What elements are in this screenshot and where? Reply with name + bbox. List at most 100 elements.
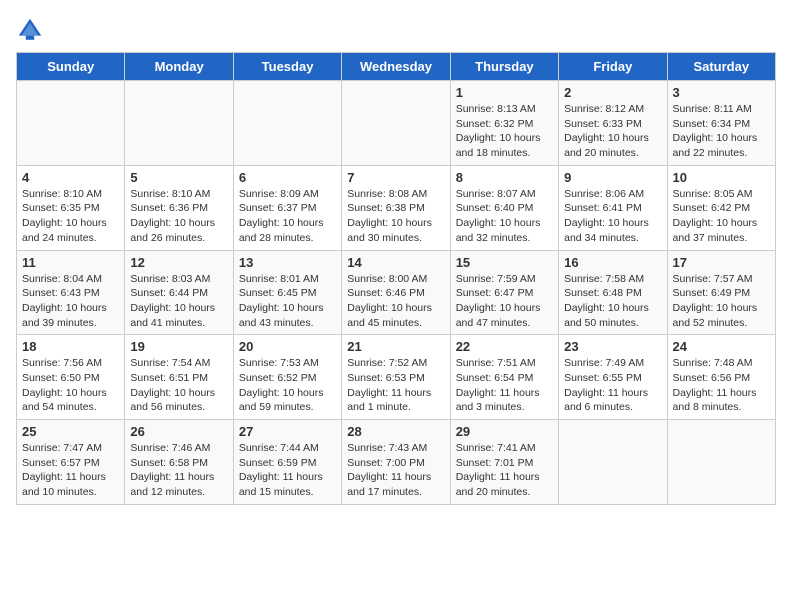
day-info: Sunrise: 7:58 AM Sunset: 6:48 PM Dayligh… [564,272,661,331]
day-info: Sunrise: 8:04 AM Sunset: 6:43 PM Dayligh… [22,272,119,331]
day-info: Sunrise: 8:10 AM Sunset: 6:36 PM Dayligh… [130,187,227,246]
calendar-cell: 29 Sunrise: 7:41 AM Sunset: 7:01 PM Dayli… [450,420,558,505]
day-info: Sunrise: 7:44 AM Sunset: 6:59 PM Dayligh… [239,441,336,500]
day-number: 5 [130,170,227,185]
day-number: 11 [22,255,119,270]
day-number: 29 [456,424,553,439]
calendar-cell: 13 Sunrise: 8:01 AM Sunset: 6:45 PM Dayli… [233,250,341,335]
calendar-cell: 17 Sunrise: 7:57 AM Sunset: 6:49 PM Dayli… [667,250,775,335]
calendar-cell: 2 Sunrise: 8:12 AM Sunset: 6:33 PM Daylig… [559,81,667,166]
calendar-cell: 20 Sunrise: 7:53 AM Sunset: 6:52 PM Dayli… [233,335,341,420]
day-number: 24 [673,339,770,354]
day-number: 16 [564,255,661,270]
day-info: Sunrise: 8:13 AM Sunset: 6:32 PM Dayligh… [456,102,553,161]
logo-icon [16,16,44,44]
calendar-cell: 4 Sunrise: 8:10 AM Sunset: 6:35 PM Daylig… [17,165,125,250]
calendar-cell: 10 Sunrise: 8:05 AM Sunset: 6:42 PM Dayli… [667,165,775,250]
calendar-cell: 16 Sunrise: 7:58 AM Sunset: 6:48 PM Dayli… [559,250,667,335]
logo [16,16,48,44]
day-info: Sunrise: 8:00 AM Sunset: 6:46 PM Dayligh… [347,272,444,331]
day-number: 28 [347,424,444,439]
day-number: 26 [130,424,227,439]
day-info: Sunrise: 7:57 AM Sunset: 6:49 PM Dayligh… [673,272,770,331]
calendar-cell: 27 Sunrise: 7:44 AM Sunset: 6:59 PM Dayli… [233,420,341,505]
day-info: Sunrise: 8:10 AM Sunset: 6:35 PM Dayligh… [22,187,119,246]
calendar-cell [342,81,450,166]
weekday-header-saturday: Saturday [667,53,775,81]
calendar-cell: 7 Sunrise: 8:08 AM Sunset: 6:38 PM Daylig… [342,165,450,250]
calendar-cell: 8 Sunrise: 8:07 AM Sunset: 6:40 PM Daylig… [450,165,558,250]
day-info: Sunrise: 8:11 AM Sunset: 6:34 PM Dayligh… [673,102,770,161]
calendar-cell: 15 Sunrise: 7:59 AM Sunset: 6:47 PM Dayli… [450,250,558,335]
day-info: Sunrise: 7:56 AM Sunset: 6:50 PM Dayligh… [22,356,119,415]
day-number: 23 [564,339,661,354]
day-number: 19 [130,339,227,354]
day-info: Sunrise: 8:07 AM Sunset: 6:40 PM Dayligh… [456,187,553,246]
day-number: 6 [239,170,336,185]
day-info: Sunrise: 7:59 AM Sunset: 6:47 PM Dayligh… [456,272,553,331]
calendar-cell: 18Sunrise: 7:56 AM Sunset: 6:50 PM Dayli… [17,335,125,420]
calendar-cell [17,81,125,166]
day-info: Sunrise: 7:51 AM Sunset: 6:54 PM Dayligh… [456,356,553,415]
calendar-cell: 12 Sunrise: 8:03 AM Sunset: 6:44 PM Dayli… [125,250,233,335]
weekday-header-friday: Friday [559,53,667,81]
calendar-cell: 25 Sunrise: 7:47 AM Sunset: 6:57 PM Dayli… [17,420,125,505]
calendar-cell: 22 Sunrise: 7:51 AM Sunset: 6:54 PM Dayli… [450,335,558,420]
day-number: 7 [347,170,444,185]
calendar-cell: 6Sunrise: 8:09 AM Sunset: 6:37 PM Daylig… [233,165,341,250]
weekday-header-wednesday: Wednesday [342,53,450,81]
calendar-cell: 26 Sunrise: 7:46 AM Sunset: 6:58 PM Dayli… [125,420,233,505]
day-number: 13 [239,255,336,270]
day-number: 25 [22,424,119,439]
weekday-header-monday: Monday [125,53,233,81]
day-number: 8 [456,170,553,185]
day-number: 21 [347,339,444,354]
calendar-cell [233,81,341,166]
day-number: 9 [564,170,661,185]
calendar-cell: 5 Sunrise: 8:10 AM Sunset: 6:36 PM Daylig… [125,165,233,250]
calendar-cell: 3 Sunrise: 8:11 AM Sunset: 6:34 PM Daylig… [667,81,775,166]
day-number: 3 [673,85,770,100]
day-info: Sunrise: 7:43 AM Sunset: 7:00 PM Dayligh… [347,441,444,500]
day-number: 27 [239,424,336,439]
calendar-cell: 1 Sunrise: 8:13 AM Sunset: 6:32 PM Daylig… [450,81,558,166]
day-number: 2 [564,85,661,100]
day-info: Sunrise: 8:03 AM Sunset: 6:44 PM Dayligh… [130,272,227,331]
day-number: 15 [456,255,553,270]
calendar-cell: 28 Sunrise: 7:43 AM Sunset: 7:00 PM Dayli… [342,420,450,505]
day-number: 10 [673,170,770,185]
calendar-cell [125,81,233,166]
calendar-cell: 24Sunrise: 7:48 AM Sunset: 6:56 PM Dayli… [667,335,775,420]
day-info: Sunrise: 7:41 AM Sunset: 7:01 PM Dayligh… [456,441,553,500]
day-info: Sunrise: 7:47 AM Sunset: 6:57 PM Dayligh… [22,441,119,500]
day-info: Sunrise: 8:05 AM Sunset: 6:42 PM Dayligh… [673,187,770,246]
weekday-header-tuesday: Tuesday [233,53,341,81]
calendar-cell: 23 Sunrise: 7:49 AM Sunset: 6:55 PM Dayli… [559,335,667,420]
day-info: Sunrise: 7:49 AM Sunset: 6:55 PM Dayligh… [564,356,661,415]
day-info: Sunrise: 8:01 AM Sunset: 6:45 PM Dayligh… [239,272,336,331]
day-info: Sunrise: 7:54 AM Sunset: 6:51 PM Dayligh… [130,356,227,415]
calendar-cell: 21 Sunrise: 7:52 AM Sunset: 6:53 PM Dayli… [342,335,450,420]
day-info: Sunrise: 7:53 AM Sunset: 6:52 PM Dayligh… [239,356,336,415]
day-number: 22 [456,339,553,354]
day-info: Sunrise: 8:08 AM Sunset: 6:38 PM Dayligh… [347,187,444,246]
day-number: 14 [347,255,444,270]
weekday-header-thursday: Thursday [450,53,558,81]
calendar-cell [559,420,667,505]
calendar-cell: 11 Sunrise: 8:04 AM Sunset: 6:43 PM Dayli… [17,250,125,335]
calendar-table: SundayMondayTuesdayWednesdayThursdayFrid… [16,52,776,505]
day-info: Sunrise: 8:12 AM Sunset: 6:33 PM Dayligh… [564,102,661,161]
day-number: 17 [673,255,770,270]
calendar-cell [667,420,775,505]
calendar-cell: 19 Sunrise: 7:54 AM Sunset: 6:51 PM Dayli… [125,335,233,420]
day-number: 4 [22,170,119,185]
day-number: 20 [239,339,336,354]
day-info: Sunrise: 7:46 AM Sunset: 6:58 PM Dayligh… [130,441,227,500]
calendar-cell: 14 Sunrise: 8:00 AM Sunset: 6:46 PM Dayli… [342,250,450,335]
page-header [16,16,776,44]
day-number: 1 [456,85,553,100]
day-number: 12 [130,255,227,270]
day-info: Sunrise: 7:52 AM Sunset: 6:53 PM Dayligh… [347,356,444,415]
day-info: Sunrise: 8:06 AM Sunset: 6:41 PM Dayligh… [564,187,661,246]
weekday-header-sunday: Sunday [17,53,125,81]
